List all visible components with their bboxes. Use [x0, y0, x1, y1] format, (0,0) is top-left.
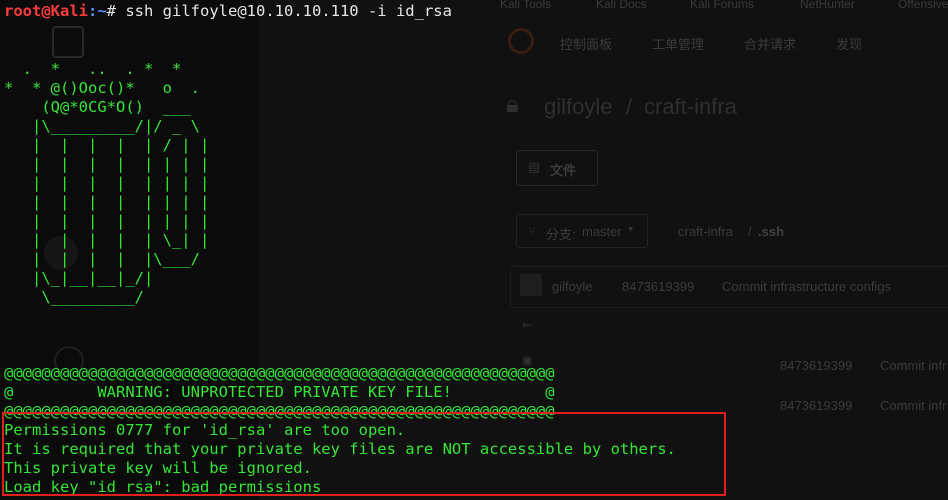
- ascii-art-line: | | | | | / | |: [4, 136, 210, 154]
- ascii-art-line: | | | | | | | |: [4, 193, 210, 211]
- ascii-art-line: |\_|__|__|_/|: [4, 269, 154, 287]
- prompt-user: root@Kali: [4, 2, 88, 20]
- prompt-path: :~: [88, 2, 107, 20]
- ssh-command: ssh gilfoyle@10.10.10.110 -i id_rsa: [116, 2, 452, 20]
- terminal-window[interactable]: root@Kali:~# ssh gilfoyle@10.10.10.110 -…: [0, 0, 948, 500]
- ascii-art-line: | | | | | | | |: [4, 155, 210, 173]
- ascii-art-line: | | | | |\___/: [4, 250, 200, 268]
- command-line: root@Kali:~# ssh gilfoyle@10.10.10.110 -…: [4, 2, 452, 21]
- ascii-art-line: (Q@*0CG*O() ___: [4, 98, 191, 116]
- ascii-art-mug: . * .. . * * * * @()Ooc()* o . (Q@*0CG*O…: [4, 60, 209, 307]
- ascii-art-line: | | | | | | | |: [4, 174, 210, 192]
- ascii-art-line: | | | | | | | |: [4, 212, 210, 230]
- ascii-art-line: \_________/: [4, 288, 144, 306]
- ascii-art-line: |\_________/|/ _ \: [4, 117, 200, 135]
- ascii-art-line: . * .. . * *: [4, 60, 182, 78]
- prompt-symbol: #: [106, 2, 117, 20]
- warning-text: @ WARNING: UNPROTECTED PRIVATE KEY FILE!…: [4, 383, 555, 401]
- ascii-art-line: * * @()Ooc()* o .: [4, 79, 200, 97]
- error-highlight-box: [2, 412, 726, 496]
- ascii-art-line: | | | | | \_| |: [4, 231, 210, 249]
- warning-border-top: @@@@@@@@@@@@@@@@@@@@@@@@@@@@@@@@@@@@@@@@…: [4, 364, 555, 382]
